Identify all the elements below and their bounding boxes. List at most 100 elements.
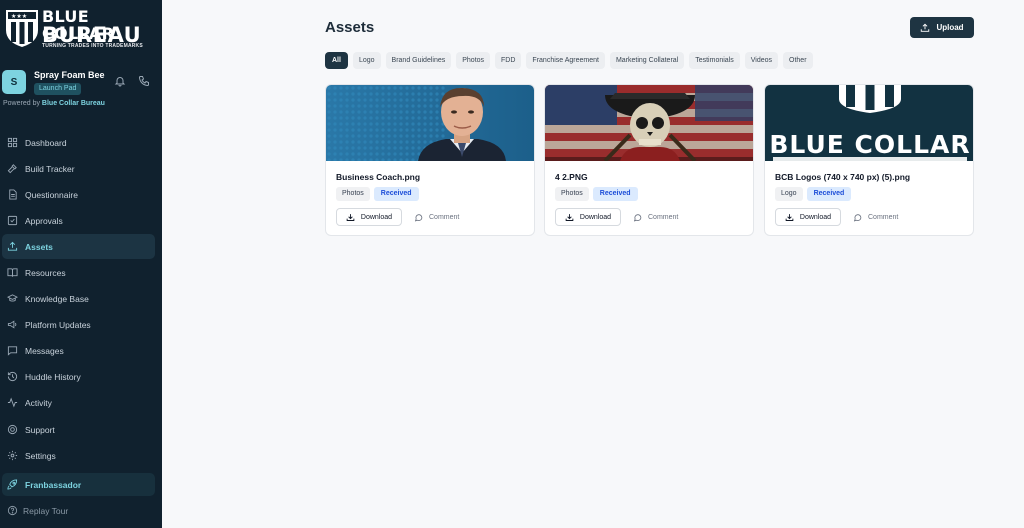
status-badge: Received: [592, 187, 638, 201]
filter-photos[interactable]: Photos: [456, 52, 491, 69]
filter-other[interactable]: Other: [783, 52, 813, 69]
comment-icon: [414, 213, 423, 222]
upload-icon: [921, 23, 930, 32]
sidebar-item-approvals[interactable]: Approvals: [2, 208, 155, 233]
download-button[interactable]: Download: [555, 208, 621, 226]
megaphone-icon: [7, 320, 17, 329]
brand-logo[interactable]: ★★★ BLUE COLLAR BUREAU TURNING TRADES IN…: [4, 8, 154, 50]
gear-icon: [7, 450, 18, 461]
filter-all[interactable]: All: [325, 52, 348, 69]
category-badge: Photos: [555, 187, 589, 201]
skull-flag-image: [545, 85, 753, 161]
avatar[interactable]: S: [2, 70, 26, 94]
powered-by: Powered by Blue Collar Bureau: [3, 100, 105, 107]
replay-tour-label: Replay Tour: [23, 505, 69, 516]
portrait-photo-image: [326, 85, 534, 161]
filter-brand-guidelines[interactable]: Brand Guidelines: [385, 52, 452, 69]
download-button[interactable]: Download: [775, 208, 841, 226]
filter-logo[interactable]: Logo: [352, 52, 381, 69]
category-badge: Logo: [775, 187, 803, 201]
asset-card: Business Coach.png Photos Received Downl…: [325, 84, 535, 236]
sidebar-item-label: Resources: [25, 267, 66, 278]
download-button[interactable]: Download: [336, 208, 402, 226]
sidebar-item-label: Support: [25, 424, 55, 435]
filter-tabs: All Logo Brand Guidelines Photos FDD Fra…: [325, 52, 813, 69]
upload-icon: [7, 241, 18, 251]
replay-tour-button[interactable]: Replay Tour: [7, 505, 68, 516]
sidebar-item-label: Assets: [25, 241, 53, 252]
download-icon: [785, 213, 794, 221]
sidebar-item-dashboard[interactable]: Dashboard: [2, 130, 155, 155]
download-icon: [565, 213, 574, 221]
comment-button[interactable]: Comment: [853, 208, 898, 226]
sidebar-item-resources[interactable]: Resources: [2, 260, 155, 285]
filter-marketing-collateral[interactable]: Marketing Collateral: [609, 52, 685, 69]
status-badge: Received: [806, 187, 852, 201]
asset-card: BLUE COLLAR BCB Logos (740 x 740 px) (5)…: [764, 84, 974, 236]
phone-icon[interactable]: [138, 75, 150, 87]
asset-card: 4 2.PNG Photos Received Download Comment: [544, 84, 754, 236]
graduation-cap-icon: [7, 294, 18, 302]
sidebar: ★★★ BLUE COLLAR BUREAU TURNING TRADES IN…: [0, 0, 162, 528]
sidebar-item-franbassador[interactable]: Franbassador: [2, 473, 155, 496]
filter-testimonials[interactable]: Testimonials: [689, 52, 740, 69]
activity-icon: [7, 397, 18, 408]
sidebar-item-build-tracker[interactable]: Build Tracker: [2, 156, 155, 181]
asset-thumbnail[interactable]: [545, 85, 753, 161]
sidebar-item-label: Questionnaire: [25, 189, 78, 200]
check-square-icon: [7, 215, 18, 226]
comment-icon: [853, 213, 862, 222]
sidebar-item-label: Dashboard: [25, 137, 67, 148]
sidebar-item-label: Activity: [25, 397, 52, 408]
sidebar-item-messages[interactable]: Messages: [2, 338, 155, 363]
asset-file-name: 4 2.PNG: [555, 172, 588, 182]
comment-label: Comment: [429, 213, 460, 221]
powered-prefix: Powered by: [3, 100, 40, 107]
sidebar-item-knowledge-base[interactable]: Knowledge Base: [2, 286, 155, 311]
powered-brand-link[interactable]: Blue Collar Bureau: [42, 100, 105, 107]
sidebar-item-assets[interactable]: Assets: [2, 234, 155, 259]
logo-image-text: BLUE COLLAR: [769, 130, 970, 159]
sidebar-item-huddle-history[interactable]: Huddle History: [2, 364, 155, 389]
comment-label: Comment: [868, 213, 899, 221]
brand-tagline: TURNING TRADES INTO TRADEMARKS: [42, 43, 143, 49]
sidebar-item-label: Knowledge Base: [25, 293, 89, 304]
comment-label: Comment: [648, 213, 679, 221]
download-icon: [346, 213, 355, 221]
filter-videos[interactable]: Videos: [744, 52, 779, 69]
asset-tags: Logo Received: [775, 187, 852, 201]
sidebar-item-label: Build Tracker: [25, 163, 75, 174]
sidebar-item-activity[interactable]: Activity: [2, 390, 155, 415]
sidebar-item-label: Platform Updates: [25, 319, 91, 330]
asset-file-name: BCB Logos (740 x 740 px) (5).png: [775, 172, 911, 182]
shield-logo-icon: ★★★: [6, 10, 38, 47]
sidebar-item-platform-updates[interactable]: Platform Updates: [2, 312, 155, 337]
help-icon: [7, 424, 18, 435]
svg-text:★★★: ★★★: [11, 13, 27, 20]
asset-tags: Photos Received: [336, 187, 419, 201]
profile-name: Spray Foam Bee: [34, 70, 105, 80]
download-label: Download: [799, 213, 832, 221]
book-icon: [7, 268, 18, 277]
sidebar-item-questionnaire[interactable]: Questionnaire: [2, 182, 155, 207]
plan-badge: Launch Pad: [34, 83, 82, 95]
sidebar-item-label: Settings: [25, 450, 56, 461]
comment-icon: [633, 213, 642, 222]
status-badge: Received: [373, 187, 419, 201]
profile-block[interactable]: S Spray Foam Bee Launch Pad: [2, 70, 160, 96]
hammer-icon: [7, 164, 17, 174]
sidebar-item-label: Approvals: [25, 215, 63, 226]
comment-button[interactable]: Comment: [633, 208, 678, 226]
upload-button[interactable]: Upload: [910, 17, 974, 38]
asset-thumbnail[interactable]: [326, 85, 534, 161]
document-icon: [9, 189, 17, 200]
download-label: Download: [360, 213, 393, 221]
comment-button[interactable]: Comment: [414, 208, 459, 226]
page-title: Assets: [325, 19, 375, 36]
sidebar-item-settings[interactable]: Settings: [2, 443, 155, 468]
sidebar-item-support[interactable]: Support: [2, 417, 155, 442]
bell-icon[interactable]: [114, 75, 126, 87]
filter-franchise-agreement[interactable]: Franchise Agreement: [526, 52, 605, 69]
asset-thumbnail[interactable]: BLUE COLLAR: [765, 85, 973, 161]
filter-fdd[interactable]: FDD: [495, 52, 522, 69]
